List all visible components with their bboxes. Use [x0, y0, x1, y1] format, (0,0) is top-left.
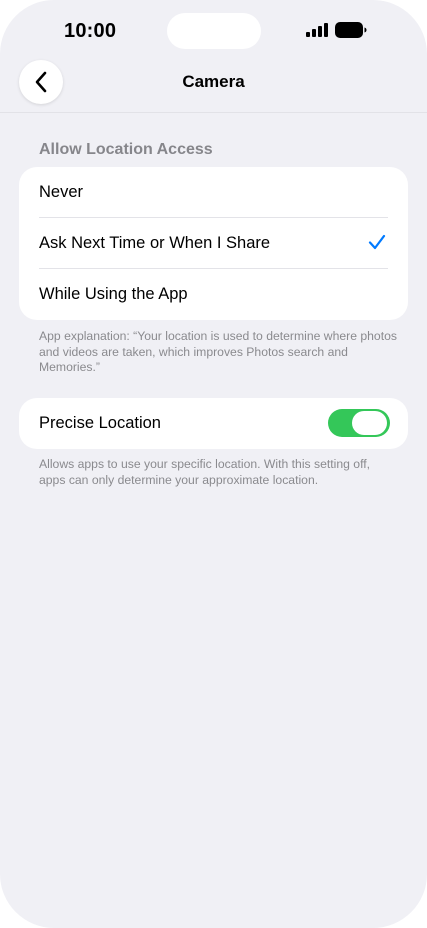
app-explanation-text: App explanation: “Your location is used … — [39, 329, 397, 374]
option-while-using[interactable]: While Using the App — [19, 269, 408, 320]
option-never[interactable]: Never — [19, 167, 408, 218]
nav-divider — [0, 112, 427, 113]
option-label: Never — [39, 183, 84, 201]
dynamic-island — [167, 13, 261, 49]
option-label: While Using the App — [39, 285, 188, 303]
page-title: Camera — [182, 72, 245, 91]
status-icons — [306, 22, 367, 38]
status-time: 10:00 — [64, 20, 117, 42]
precise-location-description: Allows apps to use your specific locatio… — [39, 457, 371, 487]
battery-icon — [335, 22, 367, 38]
option-ask-next-time[interactable]: Ask Next Time or When I Share — [19, 218, 408, 269]
cellular-signal-icon — [306, 23, 328, 37]
option-label: Ask Next Time or When I Share — [39, 234, 271, 252]
precise-location-toggle[interactable] — [328, 409, 390, 437]
precise-location-group: Precise Location — [19, 398, 408, 449]
precise-location-label: Precise Location — [39, 414, 161, 432]
precise-location-row: Precise Location — [19, 398, 408, 449]
location-options-group: Never Ask Next Time or When I Share Whil… — [19, 167, 408, 320]
toggle-knob — [352, 411, 387, 435]
checkmark-icon — [368, 234, 386, 250]
phone-screen: 10:00 Camera Allow Location Access Never… — [0, 0, 427, 928]
section-header-location-access: Allow Location Access — [39, 141, 213, 158]
